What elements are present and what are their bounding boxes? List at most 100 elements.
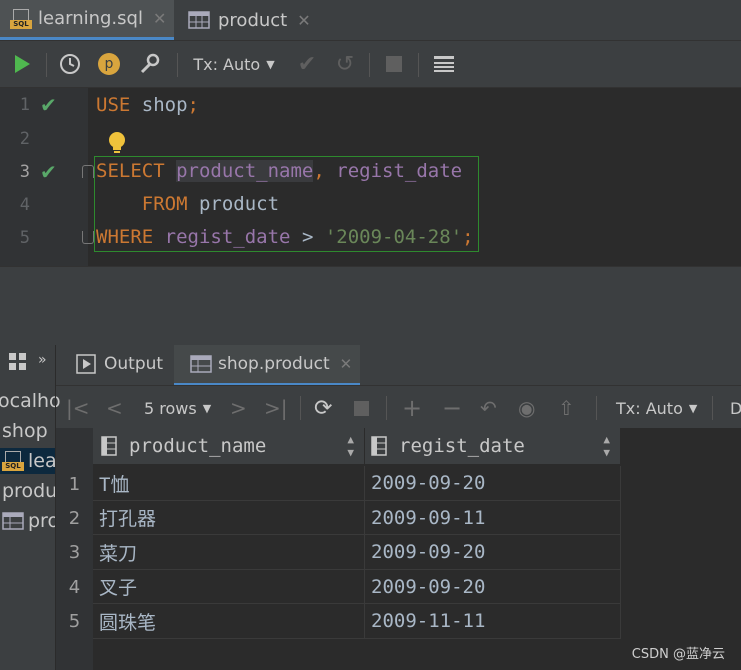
- close-icon[interactable]: ✕: [340, 355, 353, 373]
- table-cell[interactable]: 2009-09-11: [365, 501, 621, 535]
- table-cell[interactable]: T恤: [93, 466, 365, 501]
- settings-button[interactable]: [135, 41, 163, 87]
- table-cell[interactable]: 打孔器: [93, 501, 365, 535]
- table-cell[interactable]: 2009-09-20: [365, 570, 621, 604]
- chevron-down-icon: ▼: [266, 57, 275, 71]
- tx-mode-dropdown[interactable]: Tx: Auto ▼: [188, 41, 280, 87]
- add-row-button[interactable]: +: [402, 386, 422, 430]
- column-header-product-name[interactable]: product_name ▲ ▼: [93, 428, 365, 465]
- undo-icon: ↶: [480, 396, 497, 420]
- plus-icon: +: [402, 394, 423, 422]
- table-cell[interactable]: 2009-11-11: [365, 604, 621, 639]
- fold-icon[interactable]: [82, 231, 94, 244]
- service-node-product[interactable]: produ: [2, 480, 57, 502]
- close-icon[interactable]: ✕: [153, 9, 166, 28]
- sort-icon[interactable]: ▲ ▼: [347, 433, 354, 459]
- tab-shop-product[interactable]: shop.product ✕: [174, 345, 360, 386]
- code-line-1: USE shop;: [96, 94, 199, 116]
- check-icon: ✔: [297, 51, 317, 77]
- tab-learning-sql[interactable]: SQL learning.sql ✕: [0, 0, 174, 40]
- chevron-right-icon[interactable]: »: [38, 352, 47, 368]
- wrench-icon: [140, 53, 160, 74]
- separator: [300, 396, 301, 420]
- line-number: 4: [19, 195, 30, 215]
- line-number: 2: [19, 129, 30, 149]
- ddl-button[interactable]: D: [730, 386, 741, 430]
- next-page-button[interactable]: >: [230, 386, 247, 430]
- chevron-down-icon: ▼: [688, 401, 698, 415]
- commit-button[interactable]: ✔: [294, 41, 320, 87]
- clock-icon: [60, 54, 80, 74]
- eye-icon: ◉: [518, 396, 536, 420]
- refresh-button[interactable]: ⟳: [314, 386, 332, 430]
- rows-dropdown[interactable]: 5 rows ▼: [144, 386, 211, 430]
- separator: [369, 53, 370, 77]
- stop-button[interactable]: [354, 386, 369, 430]
- tab-label: product: [218, 9, 288, 31]
- layout-button[interactable]: [430, 41, 458, 87]
- profile-button[interactable]: p: [95, 41, 123, 87]
- first-page-button[interactable]: |<: [66, 386, 90, 430]
- table-cell[interactable]: 2009-09-20: [365, 535, 621, 570]
- last-page-icon: >|: [264, 396, 288, 420]
- line-number: 3: [19, 162, 30, 182]
- line-number: 1: [19, 95, 30, 115]
- submit-button[interactable]: ⇧: [558, 386, 575, 430]
- separator: [596, 396, 597, 420]
- stop-button[interactable]: [381, 41, 407, 87]
- refresh-icon: ⟳: [314, 395, 333, 421]
- fold-icon[interactable]: [82, 165, 94, 178]
- row-number: 1: [56, 470, 93, 500]
- service-node-learning[interactable]: SQL lea: [2, 450, 57, 472]
- table-cell[interactable]: 菜刀: [93, 535, 365, 570]
- last-page-button[interactable]: >|: [264, 386, 288, 430]
- editor-tab-bar: SQL learning.sql ✕ product ✕: [0, 0, 741, 41]
- rollback-button[interactable]: ↺: [332, 41, 358, 87]
- chevron-down-icon: ▼: [202, 401, 212, 415]
- chevron-left-icon: <: [106, 396, 123, 420]
- table-icon: [2, 512, 24, 530]
- list-icon: [434, 56, 454, 72]
- separator: [418, 53, 419, 77]
- undo-icon: ↺: [335, 51, 355, 77]
- line-number: 5: [19, 228, 30, 248]
- table-cell[interactable]: 叉子: [93, 570, 365, 604]
- service-node-localhost[interactable]: ocalho: [0, 390, 61, 412]
- execute-button[interactable]: [8, 41, 36, 87]
- arrow-up-icon: ⇧: [558, 396, 575, 420]
- current-statement-highlight: [94, 156, 479, 252]
- tab-product[interactable]: product ✕: [178, 0, 318, 40]
- tab-label: learning.sql: [38, 8, 143, 29]
- close-icon[interactable]: ✕: [297, 11, 310, 30]
- sql-file-icon: SQL: [2, 451, 24, 471]
- column-icon: [101, 436, 117, 456]
- result-tx-mode-dropdown[interactable]: Tx: Auto ▼: [616, 386, 697, 430]
- watermark: CSDN @蓝净云: [631, 647, 725, 662]
- preview-button[interactable]: ◉: [518, 386, 535, 430]
- column-header-regist-date[interactable]: regist_date ▲ ▼: [365, 428, 621, 465]
- table-cell[interactable]: 圆珠笔: [93, 604, 365, 639]
- sort-icon[interactable]: ▲ ▼: [603, 433, 610, 459]
- service-node-product-table[interactable]: pro: [2, 510, 59, 532]
- row-number: 3: [56, 538, 93, 568]
- prev-page-button[interactable]: <: [106, 386, 123, 430]
- stop-icon: [354, 400, 369, 416]
- result-tabs: Output shop.product ✕: [56, 345, 741, 386]
- delete-row-button[interactable]: −: [442, 386, 462, 430]
- separator: [386, 396, 387, 420]
- sql-file-icon: SQL: [10, 8, 32, 29]
- chevron-right-icon: >: [230, 396, 247, 420]
- revert-button[interactable]: ↶: [480, 386, 497, 430]
- history-button[interactable]: [56, 41, 84, 87]
- result-toolbar: |< < 5 rows ▼ > >| ⟳ + − ↶ ◉ ⇧ Tx: Auto …: [56, 385, 741, 431]
- lightbulb-icon[interactable]: [107, 131, 127, 155]
- output-icon: [76, 354, 96, 374]
- table-icon: [190, 355, 212, 373]
- tx-mode-label: Tx: Auto: [193, 54, 261, 74]
- tab-output[interactable]: Output: [70, 345, 178, 383]
- service-node-shop[interactable]: shop: [2, 420, 48, 442]
- services-layout-icon[interactable]: [8, 352, 28, 376]
- panel-divider[interactable]: [0, 266, 741, 304]
- row-number: 5: [56, 607, 93, 637]
- table-cell[interactable]: 2009-09-20: [365, 466, 621, 501]
